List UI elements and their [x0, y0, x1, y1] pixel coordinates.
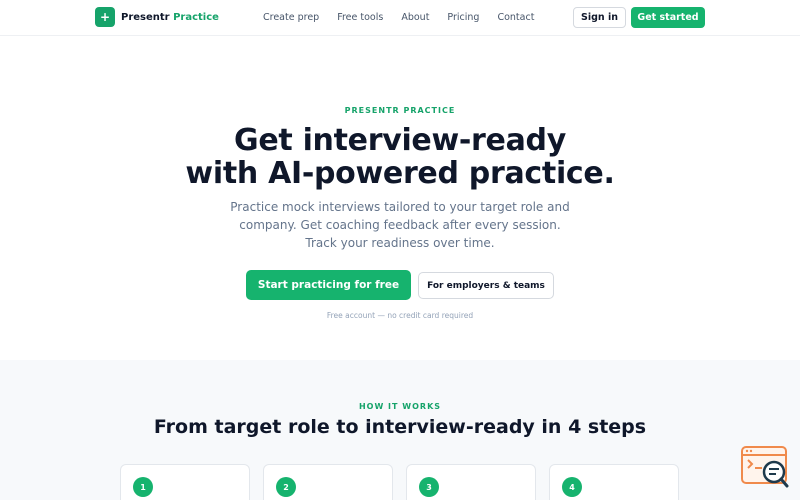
step-card-4: 4	[549, 464, 679, 500]
top-navigation: + Presentr Practice Create prep Free too…	[0, 0, 800, 36]
start-practicing-button[interactable]: Start practicing for free	[246, 270, 411, 300]
sign-in-button[interactable]: Sign in	[573, 7, 626, 28]
hero-subtitle-line-3: Track your readiness over time.	[305, 236, 495, 250]
step-card-2: 2	[263, 464, 393, 500]
step-number-1: 1	[133, 477, 153, 497]
hero-eyebrow: PRESENTR PRACTICE	[344, 106, 456, 115]
nav-link-free-tools[interactable]: Free tools	[337, 12, 383, 23]
brand-primary: Presentr	[121, 11, 170, 23]
brand-logo[interactable]: + Presentr Practice	[95, 7, 219, 27]
step-card-1: 1	[120, 464, 250, 500]
hero-fineprint: Free account — no credit card required	[326, 311, 474, 320]
nav-link-contact[interactable]: Contact	[497, 12, 534, 23]
step-card-3: 3	[406, 464, 536, 500]
nav-link-pricing[interactable]: Pricing	[447, 12, 479, 23]
nav-link-about[interactable]: About	[401, 12, 429, 23]
nav-links: Create prep Free tools About Pricing Con…	[263, 12, 552, 23]
brand-accent: Practice	[173, 11, 219, 23]
hero-subtitle: Practice mock interviews tailored to you…	[0, 198, 800, 252]
step-number-3: 3	[419, 477, 439, 497]
hero-subtitle-line-1: Practice mock interviews tailored to you…	[230, 200, 570, 214]
how-title: From target role to interview-ready in 4…	[153, 416, 647, 438]
get-started-button[interactable]: Get started	[631, 7, 705, 28]
hero-title-line-2: with AI-powered practice.	[185, 156, 615, 191]
brand-name: Presentr Practice	[121, 12, 219, 23]
plus-icon: +	[95, 7, 115, 27]
nav-link-create-prep[interactable]: Create prep	[263, 12, 319, 23]
step-number-2: 2	[276, 477, 296, 497]
how-eyebrow: HOW IT WORKS	[358, 402, 442, 411]
employers-teams-button[interactable]: For employers & teams	[418, 272, 554, 299]
hero-title-line-1: Get interview-ready	[234, 123, 566, 158]
step-number-4: 4	[562, 477, 582, 497]
search-chat-icon[interactable]	[740, 445, 792, 490]
how-it-works-section: HOW IT WORKS From target role to intervi…	[0, 360, 800, 500]
hero-subtitle-line-2: company. Get coaching feedback after eve…	[239, 218, 561, 232]
hero-title: Get interview-ready with AI-powered prac…	[0, 124, 800, 190]
